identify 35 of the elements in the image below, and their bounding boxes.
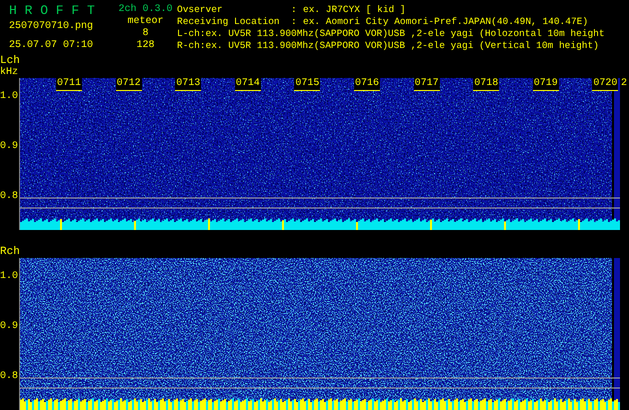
channel-label: Lch bbox=[0, 56, 21, 67]
time-label: 0718 bbox=[473, 78, 500, 91]
date-time: 25.07.07 07:10 bbox=[9, 40, 94, 52]
info-value: ex. Aomori City Aomori-Pref.JAPAN(40.49N, 140.47E) bbox=[303, 16, 588, 28]
frequency-tick-label: 0.8 bbox=[0, 372, 18, 382]
frequency-tick-label: 1.0 bbox=[0, 92, 18, 102]
channel-label: Rch bbox=[0, 247, 21, 258]
frequency-tick-label: 1.0 bbox=[0, 272, 18, 282]
time-label: 2 bbox=[621, 78, 628, 90]
app-title: H R O F F T bbox=[9, 4, 96, 18]
time-label: 0714 bbox=[234, 78, 261, 91]
separator-colon: : bbox=[291, 16, 298, 28]
lch-count: 8 bbox=[142, 28, 148, 40]
time-label: 0713 bbox=[175, 78, 202, 91]
frequency-tick-label: 0.8 bbox=[0, 192, 18, 202]
time-label: 0711 bbox=[56, 78, 82, 91]
channel-info: L-ch:ex. UV5R 113.900Mhz(SAPPORO VOR)USB ,2-ele yagi (Holozontal 10m height bbox=[177, 28, 605, 40]
time-label: 0719 bbox=[532, 78, 559, 91]
time-label: 0716 bbox=[354, 78, 380, 91]
info-label: Ovserver bbox=[177, 4, 224, 16]
time-label: 0715 bbox=[294, 78, 320, 91]
frequency-tick-label: 0.9 bbox=[0, 142, 18, 152]
time-label: 0717 bbox=[414, 78, 440, 91]
rch-count: 128 bbox=[136, 40, 154, 52]
version-label: 2ch 0.3.0 bbox=[118, 4, 172, 16]
frequency-tick-label: 0.9 bbox=[0, 322, 18, 332]
file-name: 2507070710.png bbox=[9, 21, 94, 33]
time-label: 0712 bbox=[116, 78, 142, 91]
unit-label: kHz bbox=[0, 67, 20, 78]
meteor-label: meteor bbox=[127, 16, 164, 28]
separator-colon: : bbox=[291, 4, 298, 16]
time-label: 0720 bbox=[592, 78, 618, 91]
info-label: Receiving Location bbox=[177, 16, 281, 28]
info-value: ex. JR7CYX [ kid ] bbox=[303, 4, 406, 16]
channel-info: R-ch:ex. UV5R 113.900Mhz(SAPPORO VOR)USB ,2-ele yagi (Vertical 10m height) bbox=[177, 40, 600, 52]
